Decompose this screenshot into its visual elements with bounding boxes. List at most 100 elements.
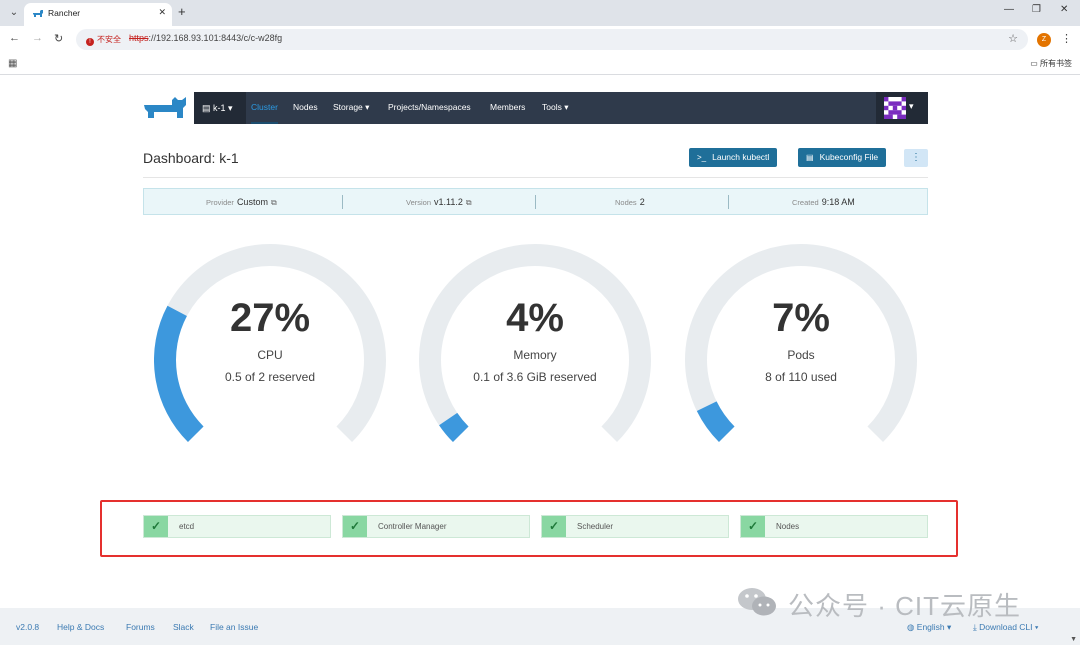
component-status-scheduler: ✓ Scheduler	[541, 515, 729, 538]
provider-label: Provider	[206, 198, 234, 207]
cluster-info-bar: Provider Custom ⧉ Version v1.11.2 ⧉ Nodes 2 C…	[143, 188, 928, 215]
url-scheme: https	[129, 33, 149, 43]
bookmark-star-icon[interactable]: ☆	[1008, 32, 1018, 45]
copy-icon[interactable]: ⧉	[271, 198, 277, 207]
gauge-detail: 0.5 of 2 reserved	[224, 370, 316, 384]
info-separator	[728, 195, 729, 209]
watermark-text: 公众号 · CIT云原生	[788, 591, 1021, 621]
kubeconfig-label: Kubeconfig File	[819, 152, 879, 162]
forward-icon[interactable]: →	[32, 32, 43, 44]
footer-version-link[interactable]: v2.0.8	[16, 622, 39, 632]
footer-slack-link[interactable]: Slack	[173, 622, 194, 632]
info-nodes: Nodes 2	[615, 189, 645, 216]
back-icon[interactable]: ←	[9, 32, 20, 44]
minimize-icon[interactable]: —	[1004, 4, 1014, 15]
terminal-icon: >_	[697, 153, 707, 162]
address-bar[interactable]: ! 不安全 https://192.168.93.101:8443/c/c-w28…	[76, 29, 1028, 50]
component-status-controller-manager: ✓ Controller Manager	[342, 515, 530, 538]
kubeconfig-file-button[interactable]: ▤ Kubeconfig File	[798, 148, 887, 167]
nav-nodes[interactable]: Nodes	[293, 92, 318, 124]
rancher-logo-icon[interactable]	[142, 96, 188, 122]
nav-projects-namespaces[interactable]: Projects/Namespaces	[388, 92, 471, 124]
header-divider	[143, 177, 928, 178]
component-label: Controller Manager	[378, 522, 447, 531]
cluster-name: k-1	[213, 103, 226, 113]
footer-language-selector[interactable]: ◍ English ▾	[907, 622, 951, 633]
check-icon: ✓	[542, 516, 566, 537]
new-tab-icon[interactable]: +	[178, 4, 186, 19]
check-icon: ✓	[144, 516, 168, 537]
info-separator	[535, 195, 536, 209]
profile-avatar[interactable]: Z	[1037, 33, 1051, 47]
component-label: Scheduler	[577, 522, 614, 531]
window-close-icon[interactable]: ✕	[1060, 4, 1068, 15]
provider-value: Custom	[236, 197, 268, 207]
info-version: Version v1.11.2 ⧉	[406, 189, 472, 216]
cpu-gauge: 27% CPU 0.5 of 2 reserved	[154, 244, 386, 454]
nav-cluster[interactable]: Cluster	[251, 92, 278, 124]
url-text: https://192.168.93.101:8443/c/c-w28fg	[129, 33, 282, 43]
url-rest: ://192.168.93.101:8443/c/c-w28fg	[148, 33, 283, 43]
gauge-label: Pods	[787, 348, 815, 362]
footer-file-issue-link[interactable]: File an Issue	[210, 622, 258, 632]
nav-storage[interactable]: Storage ▾	[333, 92, 369, 124]
tab-title: Rancher	[48, 8, 81, 18]
user-menu[interactable]: ▾	[876, 92, 928, 124]
bookmark-folder-label: 所有书签	[1040, 59, 1072, 68]
created-label: Created	[792, 198, 819, 207]
scroll-down-arrow-icon[interactable]: ▼	[1070, 636, 1077, 643]
gauge-label: CPU	[257, 348, 283, 362]
reload-icon[interactable]: ↻	[54, 32, 63, 45]
apps-grid-icon[interactable]: ▦	[8, 58, 17, 69]
memory-gauge: 4% Memory 0.1 of 3.6 GiB reserved	[419, 244, 651, 454]
info-separator	[342, 195, 343, 209]
download-label: Download CLI	[979, 622, 1033, 632]
chevron-down-icon: ▾	[1032, 622, 1039, 632]
gauge-percent: 7%	[772, 296, 830, 340]
info-created: Created 9:18 AM	[792, 189, 855, 216]
page-title: Dashboard: k-1	[143, 150, 239, 166]
info-provider: Provider Custom ⧉	[206, 189, 277, 216]
tab-search-icon[interactable]: ⌄	[6, 5, 22, 21]
chevron-down-icon: ▾	[225, 103, 233, 113]
nav-tools[interactable]: Tools ▾	[542, 92, 568, 124]
language-label: English	[916, 622, 945, 632]
insecure-label: 不安全	[97, 35, 121, 44]
footer-help-docs-link[interactable]: Help & Docs	[57, 622, 104, 632]
nodes-value: 2	[639, 197, 645, 207]
file-icon: ▤	[806, 153, 814, 162]
rancher-favicon-icon	[33, 10, 43, 17]
restore-icon[interactable]: ❐	[1032, 4, 1041, 15]
nav-members[interactable]: Members	[490, 92, 525, 124]
nodes-label: Nodes	[615, 198, 637, 207]
user-avatar-icon	[884, 97, 906, 119]
copy-icon[interactable]: ⧉	[466, 198, 472, 207]
gauge-detail: 0.1 of 3.6 GiB reserved	[473, 370, 597, 384]
cluster-selector[interactable]: ▤ k-1 ▾	[194, 92, 246, 124]
launch-kubectl-button[interactable]: >_ Launch kubectl	[689, 148, 778, 167]
version-label: Version	[406, 198, 432, 207]
security-indicator[interactable]: ! 不安全	[82, 32, 127, 47]
warning-icon: !	[86, 38, 94, 46]
browser-tabstrip: ⌄ Rancher ✕ + — ❐ ✕	[0, 0, 1080, 26]
browser-menu-icon[interactable]: ⋮	[1061, 32, 1072, 45]
tab-close-icon[interactable]: ✕	[158, 7, 166, 18]
main-nav: ▤ k-1 ▾ Cluster Nodes Storage ▾ Projects…	[194, 92, 928, 124]
all-bookmarks-folder[interactable]: ▭ 所有书签	[1030, 58, 1072, 69]
bookmarks-bar: ▦ ▭ 所有书签	[0, 53, 1080, 75]
check-icon: ✓	[343, 516, 367, 537]
browser-tab[interactable]: Rancher ✕	[24, 3, 172, 26]
wechat-icon	[738, 588, 776, 616]
cluster-icon: ▤	[202, 103, 214, 113]
version-value: v1.11.2	[434, 197, 463, 207]
footer-download-cli[interactable]: ⤓ Download CLI ▾	[973, 622, 1038, 633]
launch-kubectl-label: Launch kubectl	[712, 152, 770, 162]
component-label: Nodes	[776, 522, 800, 531]
check-icon: ✓	[741, 516, 765, 537]
pods-gauge: 7% Pods 8 of 110 used	[685, 244, 917, 454]
created-value: 9:18 AM	[821, 197, 855, 207]
gauge-percent: 4%	[506, 296, 564, 340]
more-actions-button[interactable]: ⋮	[904, 149, 928, 167]
component-status-nodes: ✓ Nodes	[740, 515, 928, 538]
footer-forums-link[interactable]: Forums	[126, 622, 155, 632]
